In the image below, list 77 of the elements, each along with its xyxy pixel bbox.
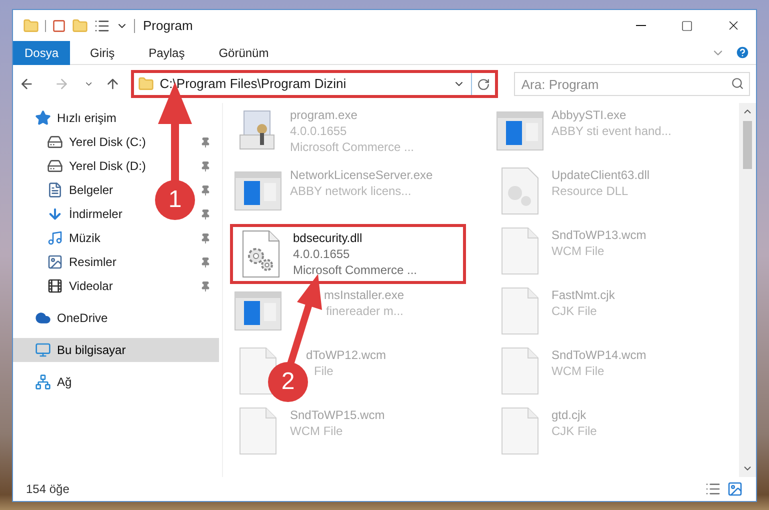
- details-view-icon[interactable]: [705, 481, 721, 497]
- cloud-icon: [35, 310, 51, 326]
- document-icon: [500, 347, 540, 395]
- monitor-icon: [35, 342, 51, 358]
- scrollbar[interactable]: [739, 103, 756, 477]
- file-detail: WCM File: [552, 243, 604, 259]
- sidebar-item[interactable]: Yerel Disk (C:): [69, 133, 146, 151]
- ribbon-tab[interactable]: Giriş: [76, 40, 129, 64]
- file-detail: WCM File: [552, 363, 604, 379]
- file-detail: Microsoft Commerce ...: [293, 262, 418, 278]
- star-icon: [35, 110, 51, 126]
- pin-icon[interactable]: [200, 160, 211, 172]
- large-icons-view-icon[interactable]: [727, 481, 743, 497]
- checkbox-icon[interactable]: [52, 18, 66, 32]
- file-detail: ABBY sti event hand...: [552, 123, 672, 139]
- sidebar-item[interactable]: Müzik: [69, 229, 100, 247]
- item-count: 154 öğe: [26, 481, 70, 498]
- application-icon: [234, 291, 282, 331]
- minimize-icon: [636, 25, 646, 26]
- file-detail: 4.0.0.1655: [293, 246, 350, 262]
- refresh-icon[interactable]: [477, 78, 490, 90]
- document-icon: [500, 407, 540, 455]
- sidebar-item[interactable]: Videolar: [69, 277, 113, 295]
- film-icon: [47, 278, 63, 294]
- search-icon[interactable]: [731, 77, 744, 90]
- search-field[interactable]: Ara: Program: [514, 72, 750, 96]
- file-detail: Resource DLL: [552, 183, 628, 199]
- document-icon: [500, 227, 540, 275]
- document-icon: [500, 287, 540, 335]
- drive-icon: [47, 158, 63, 174]
- file-detail: 4.0.0.1655: [290, 123, 347, 139]
- document-icon: [238, 347, 278, 395]
- pin-icon[interactable]: [200, 280, 211, 292]
- sidebar-item[interactable]: Yerel Disk (D:): [69, 157, 146, 175]
- pin-icon[interactable]: [200, 136, 211, 148]
- sidebar-item[interactable]: Bu bilgisayar: [57, 341, 126, 359]
- file-detail: Microsoft Commerce ...: [290, 139, 414, 155]
- picture-icon: [47, 254, 63, 270]
- help-icon[interactable]: [735, 45, 750, 60]
- file-detail: File: [314, 363, 334, 379]
- document-icon: [47, 182, 63, 198]
- file-name[interactable]: bdsecurity.dll: [293, 230, 362, 246]
- sidebar-item[interactable]: Belgeler: [69, 181, 114, 199]
- address-path: C:\Program Files\Program Dizini: [160, 75, 348, 94]
- sidebar-item[interactable]: Resimler: [69, 253, 116, 271]
- drive-icon: [47, 134, 63, 150]
- file-detail: CJK File: [552, 423, 597, 439]
- window-title: Program: [143, 16, 194, 35]
- file-detail: WCM File: [290, 423, 343, 439]
- sidebar-item[interactable]: OneDrive: [57, 309, 108, 327]
- pin-icon[interactable]: [200, 184, 211, 196]
- sidebar-item[interactable]: İndirmeler: [69, 205, 122, 223]
- file-detail: CJK File: [552, 303, 597, 319]
- file-detail: ABBY network licens...: [290, 183, 412, 199]
- folder-icon[interactable]: [72, 18, 88, 34]
- pin-icon[interactable]: [200, 256, 211, 268]
- folder-icon[interactable]: [23, 18, 39, 34]
- folder-icon: [138, 76, 154, 92]
- document-icon: [238, 407, 278, 455]
- music-icon: [47, 230, 63, 246]
- address-bar[interactable]: C:\Program Files\Program Dizini: [130, 70, 498, 98]
- application-icon: [234, 171, 282, 211]
- ribbon-tab[interactable]: Görünüm: [204, 40, 283, 64]
- file-detail: finereader m...: [326, 303, 404, 319]
- ribbon-tab[interactable]: Dosya: [13, 40, 70, 64]
- ribbon-tab[interactable]: Paylaş: [134, 40, 199, 64]
- pin-icon[interactable]: [200, 232, 211, 244]
- scroll-thumb[interactable]: [743, 121, 752, 169]
- download-icon: [47, 206, 63, 222]
- network-icon: [35, 374, 51, 390]
- back-icon[interactable]: [19, 76, 34, 92]
- maximize-icon: [681, 20, 693, 32]
- properties-icon[interactable]: [94, 18, 110, 34]
- application-icon: [496, 111, 544, 151]
- sidebar-item[interactable]: Hızlı erişim: [57, 109, 116, 127]
- sidebar-item[interactable]: Ağ: [57, 373, 72, 391]
- pin-icon[interactable]: [200, 208, 211, 220]
